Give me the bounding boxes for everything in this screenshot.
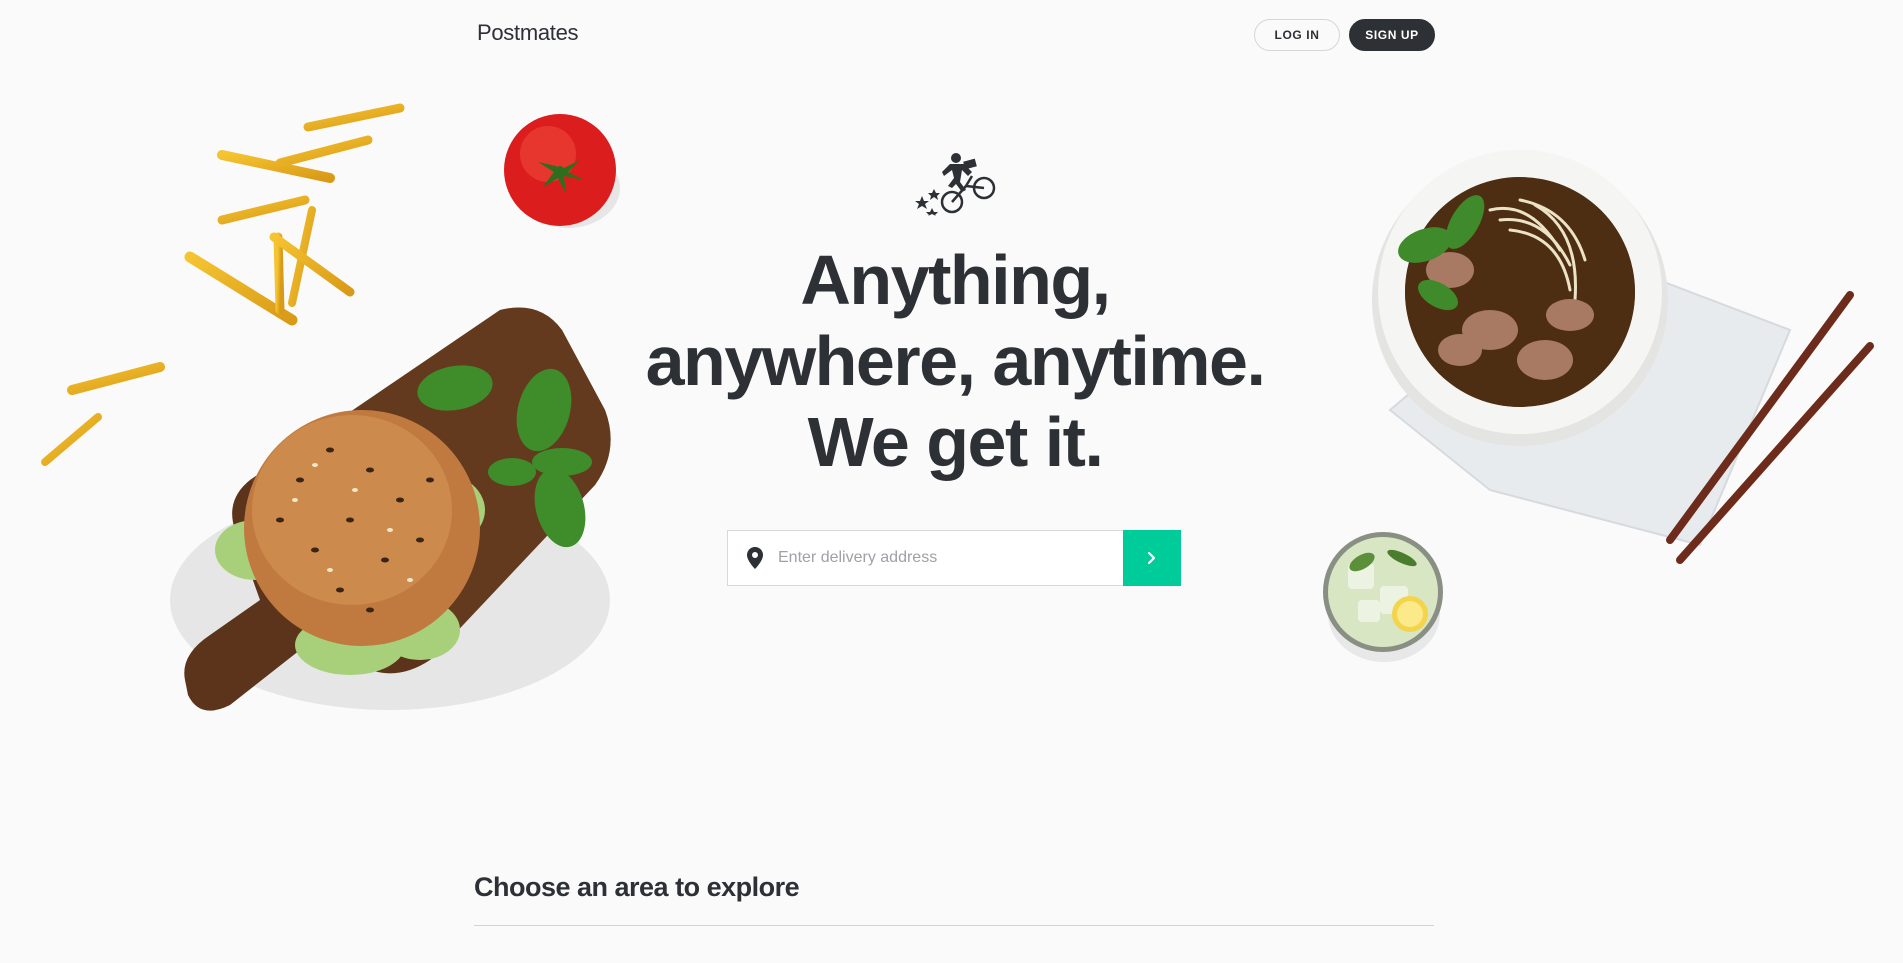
landing-page: Postmates LOG IN SIGN UP Anything, anywh… bbox=[0, 0, 1903, 963]
postmates-logo[interactable]: Postmates bbox=[477, 20, 579, 46]
top-nav: Postmates LOG IN SIGN UP bbox=[474, 0, 1435, 66]
delivery-address-input[interactable] bbox=[778, 549, 1118, 567]
location-pin-icon bbox=[747, 547, 763, 569]
signup-button[interactable]: SIGN UP bbox=[1349, 19, 1435, 51]
burger-illustration bbox=[170, 307, 611, 711]
address-field-wrapper[interactable] bbox=[727, 530, 1123, 586]
explore-divider bbox=[474, 925, 1434, 926]
headline-line-1: Anything, bbox=[800, 241, 1111, 319]
tomato-illustration bbox=[504, 114, 620, 228]
headline-line-2: anywhere, anytime. bbox=[645, 322, 1266, 400]
explore-heading: Choose an area to explore bbox=[474, 872, 800, 902]
courier-bike-icon bbox=[915, 153, 996, 216]
address-search bbox=[727, 530, 1181, 586]
chevron-right-icon bbox=[1147, 551, 1156, 565]
headline-line-3: We get it. bbox=[807, 403, 1104, 481]
hero-headline: Anything, anywhere, anytime. We get it. bbox=[560, 240, 1350, 483]
login-button[interactable]: LOG IN bbox=[1254, 19, 1340, 51]
pho-bowl-illustration bbox=[1372, 150, 1874, 564]
submit-address-button[interactable] bbox=[1123, 530, 1181, 586]
